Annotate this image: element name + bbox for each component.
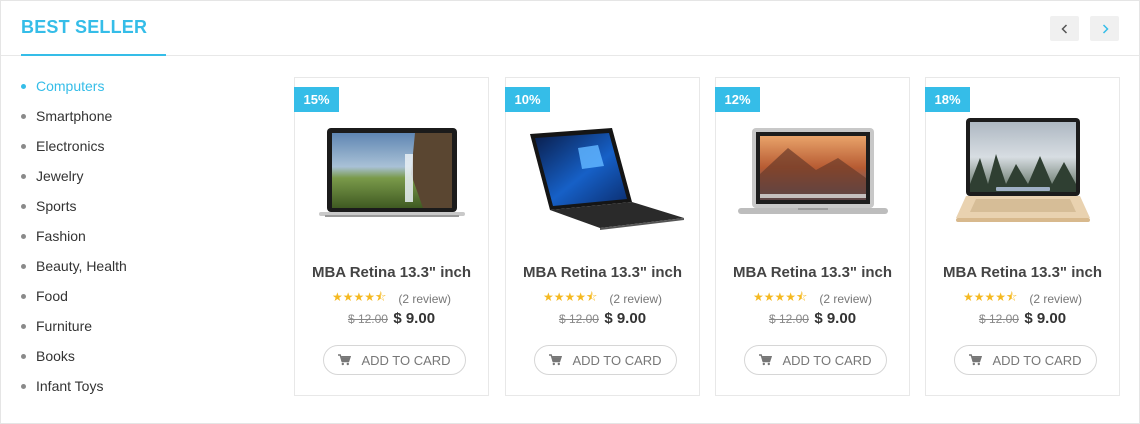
- rating-row: ★★★★⯪ (2 review): [506, 288, 699, 309]
- price-row: $ 12.00 $ 9.00: [506, 310, 699, 327]
- product-name[interactable]: MBA Retina 13.3" inch: [716, 264, 909, 281]
- category-label: Sports: [36, 198, 77, 214]
- old-price: $ 12.00: [978, 312, 1019, 326]
- category-item-furniture[interactable]: Furniture: [21, 311, 127, 341]
- old-price: $ 12.00: [558, 312, 599, 326]
- product-name[interactable]: MBA Retina 13.3" inch: [506, 264, 699, 281]
- rating-row: ★★★★⯪ (2 review): [926, 288, 1119, 309]
- category-label: Smartphone: [36, 108, 113, 124]
- add-to-cart-button[interactable]: ADD TO CARD: [954, 345, 1097, 375]
- category-label: Books: [36, 348, 75, 364]
- discount-badge: 12%: [715, 87, 760, 112]
- star-rating: ★★★★⯪: [752, 290, 808, 304]
- bullet-dot: [21, 383, 26, 389]
- price-row: $ 12.00 $ 9.00: [926, 310, 1119, 327]
- old-price: $ 12.00: [347, 312, 388, 326]
- carousel-next-button[interactable]: [1090, 16, 1119, 41]
- laptop-image[interactable]: [936, 114, 1109, 234]
- add-to-cart-button[interactable]: ADD TO CARD: [744, 345, 887, 375]
- category-label: Fashion: [36, 228, 86, 244]
- category-item-smartphone[interactable]: Smartphone: [21, 101, 127, 131]
- review-count: (2 review): [1029, 291, 1083, 306]
- laptop-image[interactable]: [305, 114, 478, 234]
- product-card[interactable]: 15% MBA Retina 13.3" inch ★★★★⯪ (2 revie…: [294, 77, 489, 396]
- price-row: $ 12.00 $ 9.00: [716, 310, 909, 327]
- bullet-dot: [21, 203, 26, 209]
- rating-row: ★★★★⯪ (2 review): [295, 288, 488, 309]
- add-to-cart-button[interactable]: ADD TO CARD: [323, 345, 466, 375]
- product-name[interactable]: MBA Retina 13.3" inch: [926, 264, 1119, 281]
- best-seller-widget: BEST SELLER Computers Smartphone Electro…: [0, 0, 1140, 424]
- title-underline: [21, 54, 166, 56]
- product-card[interactable]: 10% MBA Retina 13.3" inch ★★★★⯪ (2 revie…: [505, 77, 700, 396]
- add-to-cart-label: ADD TO CARD: [782, 352, 872, 368]
- discount-badge: 10%: [505, 87, 550, 112]
- category-label: Jewelry: [36, 168, 84, 184]
- bullet-dot: [21, 293, 26, 299]
- widget-header: BEST SELLER: [1, 1, 1139, 56]
- discount-badge: 15%: [294, 87, 339, 112]
- star-rating: ★★★★⯪: [962, 290, 1018, 304]
- cart-icon: [549, 354, 563, 366]
- category-list: Computers Smartphone Electronics Jewelry…: [21, 71, 127, 401]
- bullet-dot: [21, 113, 26, 119]
- section-title: BEST SELLER: [21, 17, 148, 37]
- category-item-books[interactable]: Books: [21, 341, 127, 371]
- cart-icon: [338, 354, 352, 366]
- star-rating: ★★★★⯪: [331, 290, 387, 304]
- category-item-computers[interactable]: Computers: [21, 71, 127, 101]
- category-item-electronics[interactable]: Electronics: [21, 131, 127, 161]
- product-card[interactable]: 12% MBA Retina 13.3" inch ★★★★⯪ (2 revie…: [715, 77, 910, 396]
- product-card[interactable]: 18% MBA Retina 13.3" inch ★★★★⯪ (2 revie…: [925, 77, 1120, 396]
- bullet-dot: [21, 263, 26, 269]
- add-to-cart-label: ADD TO CARD: [992, 352, 1082, 368]
- product-name[interactable]: MBA Retina 13.3" inch: [295, 264, 488, 281]
- category-item-food[interactable]: Food: [21, 281, 127, 311]
- category-label: Computers: [36, 78, 105, 94]
- add-to-cart-label: ADD TO CARD: [572, 352, 662, 368]
- bullet-dot: [21, 323, 26, 329]
- category-item-infant-toys[interactable]: Infant Toys: [21, 371, 127, 401]
- bullet-dot: [21, 83, 26, 89]
- category-item-fashion[interactable]: Fashion: [21, 221, 127, 251]
- chevron-left-icon: [1060, 23, 1067, 34]
- current-price: $ 9.00: [814, 310, 857, 327]
- discount-badge: 18%: [925, 87, 970, 112]
- current-price: $ 9.00: [604, 310, 647, 327]
- laptop-image[interactable]: [726, 114, 899, 234]
- star-rating: ★★★★⯪: [542, 290, 598, 304]
- rating-row: ★★★★⯪ (2 review): [716, 288, 909, 309]
- old-price: $ 12.00: [768, 312, 809, 326]
- category-item-jewelry[interactable]: Jewelry: [21, 161, 127, 191]
- laptop-image[interactable]: [516, 114, 689, 234]
- bullet-dot: [21, 143, 26, 149]
- carousel-prev-button[interactable]: [1050, 16, 1079, 41]
- category-label: Electronics: [36, 138, 105, 154]
- cart-icon: [969, 354, 983, 366]
- bullet-dot: [21, 173, 26, 179]
- cart-icon: [759, 354, 773, 366]
- review-count: (2 review): [819, 291, 873, 306]
- price-row: $ 12.00 $ 9.00: [295, 310, 488, 327]
- add-to-cart-label: ADD TO CARD: [361, 352, 451, 368]
- category-label: Infant Toys: [36, 378, 104, 394]
- category-label: Food: [36, 288, 68, 304]
- review-count: (2 review): [398, 291, 452, 306]
- bullet-dot: [21, 233, 26, 239]
- category-label: Beauty, Health: [36, 258, 127, 274]
- category-item-sports[interactable]: Sports: [21, 191, 127, 221]
- category-label: Furniture: [36, 318, 93, 334]
- category-item-beauty-health[interactable]: Beauty, Health: [21, 251, 127, 281]
- current-price: $ 9.00: [393, 310, 436, 327]
- add-to-cart-button[interactable]: ADD TO CARD: [534, 345, 677, 375]
- current-price: $ 9.00: [1024, 310, 1067, 327]
- bullet-dot: [21, 353, 26, 359]
- chevron-right-icon: [1102, 23, 1109, 34]
- review-count: (2 review): [609, 291, 663, 306]
